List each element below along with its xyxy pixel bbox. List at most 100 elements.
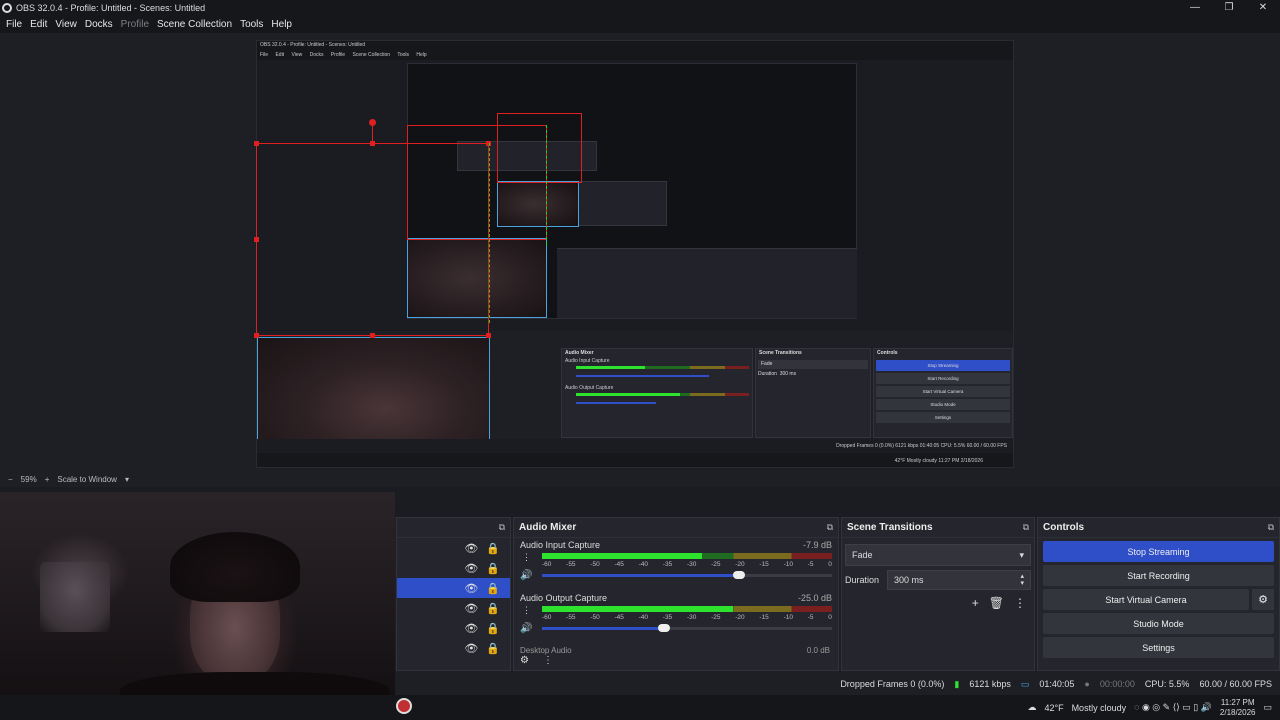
float-dock-icon[interactable]: ⧉ <box>827 522 833 533</box>
notification-icon[interactable]: ▭ <box>1263 702 1272 713</box>
settings-button[interactable]: Settings <box>1043 637 1274 658</box>
eye-icon[interactable]: 👁 <box>464 582 478 595</box>
duration-label: Duration <box>845 575 880 585</box>
slider-knob[interactable] <box>733 571 746 579</box>
eye-icon[interactable]: 👁 <box>464 642 478 655</box>
signal-bars-icon: ▮ <box>954 678 960 689</box>
kebab-menu-icon[interactable]: ⋮ <box>522 552 531 563</box>
transform-handle[interactable] <box>254 237 259 242</box>
lock-icon[interactable]: 🔒 <box>486 542 500 555</box>
float-dock-icon[interactable]: ⧉ <box>1023 522 1029 533</box>
sources-dock: ⧉ 👁 🔒 👁 🔒 👁 🔒 👁 🔒 👁 🔒 👁 🔒 <box>396 517 511 671</box>
center-guide <box>546 125 547 245</box>
kebab-menu-icon[interactable]: ⋮ <box>522 605 531 616</box>
eye-icon[interactable]: 👁 <box>464 602 478 615</box>
obs-taskbar-icon[interactable] <box>396 698 412 714</box>
center-guide <box>489 143 490 323</box>
zoom-level: 59% <box>20 474 37 484</box>
source-row[interactable]: 👁 🔒 <box>397 638 510 658</box>
stream-icon: ▭ <box>1020 678 1030 689</box>
menu-file[interactable]: File <box>6 19 22 30</box>
add-transition-icon[interactable]: + <box>972 596 979 610</box>
maximize-button[interactable]: ❐ <box>1212 0 1246 16</box>
lock-icon[interactable]: 🔒 <box>486 582 500 595</box>
close-button[interactable]: ✕ <box>1246 0 1280 16</box>
scale-mode-select[interactable]: Scale to Window <box>57 475 117 484</box>
advanced-audio-icon[interactable]: ⚙ <box>520 655 529 666</box>
track-name: Audio Input Capture <box>520 540 601 550</box>
volume-meter <box>542 553 832 559</box>
weather-icon[interactable]: ☁ <box>1027 702 1036 713</box>
menu-bar: File Edit View Docks Profile Scene Colle… <box>0 16 1280 33</box>
volume-slider[interactable] <box>542 624 832 632</box>
gear-icon[interactable]: ⚙ <box>1252 589 1274 610</box>
spin-arrows-icon[interactable]: ▴ ▾ <box>1020 573 1024 587</box>
nested-slider <box>576 375 709 377</box>
eye-icon[interactable]: 👁 <box>464 542 478 555</box>
start-virtual-camera-button[interactable]: Start Virtual Camera <box>1043 589 1249 610</box>
eye-icon[interactable]: 👁 <box>464 562 478 575</box>
meter-scale: -60 -55 -50 -45 -40 -35 -30 -25 -20 -15 -10 -5 0 <box>542 561 832 568</box>
start-recording-button[interactable]: Start Recording <box>1043 565 1274 586</box>
duration-spinbox[interactable]: 300 ms ▴ ▾ <box>887 570 1031 590</box>
zoom-out-icon[interactable]: − <box>8 475 13 484</box>
meter-level <box>542 553 702 559</box>
track-name: Audio Output Capture <box>520 593 608 603</box>
meter-scale: -60 -55 -50 -45 -40 -35 -30 -25 -20 -15 -10 -5 0 <box>542 614 832 621</box>
float-dock-icon[interactable]: ⧉ <box>499 522 505 533</box>
source-row-selected[interactable]: 👁 🔒 <box>397 578 510 598</box>
clock[interactable]: 11:27 PM 2/18/2026 <box>1220 698 1256 718</box>
zoom-in-icon[interactable]: + <box>45 475 50 484</box>
menu-edit[interactable]: Edit <box>30 19 47 30</box>
transform-handle[interactable] <box>254 141 259 146</box>
weather-text[interactable]: Mostly cloudy <box>1072 703 1127 713</box>
lock-icon[interactable]: 🔒 <box>486 622 500 635</box>
lock-icon[interactable]: 🔒 <box>486 602 500 615</box>
chevron-down-icon[interactable]: ▾ <box>125 475 129 484</box>
nested-mini-dock <box>557 248 857 318</box>
scene-transitions-title: Scene Transitions <box>847 522 933 533</box>
menu-scene-collection[interactable]: Scene Collection <box>157 19 232 30</box>
kebab-menu-icon[interactable]: ⋮ <box>1014 596 1026 610</box>
controls-dock: Controls ⧉ Stop Streaming Start Recordin… <box>1037 517 1280 671</box>
transition-select[interactable]: Fade ▾ <box>845 544 1031 566</box>
scene-transitions-dock: Scene Transitions ⧉ Fade ▾ Duration 300 … <box>841 517 1035 671</box>
trash-icon[interactable]: 🗑 <box>989 596 1004 610</box>
cpu-usage: CPU: 5.5% <box>1144 679 1190 689</box>
lock-icon[interactable]: 🔒 <box>486 562 500 575</box>
speaker-icon[interactable]: 🔊 <box>520 623 532 634</box>
lock-icon[interactable]: 🔒 <box>486 642 500 655</box>
kebab-menu-icon[interactable]: ⋮ <box>543 655 553 666</box>
weather-temp[interactable]: 42°F <box>1044 703 1063 713</box>
menu-view[interactable]: View <box>55 19 77 30</box>
transform-handle[interactable] <box>486 333 491 338</box>
source-row[interactable]: 👁 🔒 <box>397 618 510 638</box>
menu-docks[interactable]: Docks <box>85 19 113 30</box>
rotation-line <box>372 125 373 143</box>
source-row[interactable]: 👁 🔒 <box>397 598 510 618</box>
transform-handle[interactable] <box>370 333 375 338</box>
float-dock-icon[interactable]: ⧉ <box>1268 522 1274 533</box>
speaker-icon[interactable]: 🔊 <box>520 570 532 581</box>
audio-mixer-dock: Audio Mixer ⧉ Audio Input Capture -7.9 d… <box>513 517 839 671</box>
audio-mixer-title: Audio Mixer <box>519 522 577 533</box>
eye-icon[interactable]: 👁 <box>464 622 478 635</box>
menu-help[interactable]: Help <box>271 19 292 30</box>
webcam-hair <box>170 532 300 602</box>
volume-meter <box>542 606 832 612</box>
transform-handle[interactable] <box>254 333 259 338</box>
tray-icons[interactable]: ◌ ◉ ◎ ✎ ⟨⟩ ▭ ▯ 🔊 <box>1134 702 1212 713</box>
menu-profile[interactable]: Profile <box>121 19 149 30</box>
source-row[interactable]: 👁 🔒 <box>397 538 510 558</box>
source-row[interactable]: 👁 🔒 <box>397 558 510 578</box>
slider-knob[interactable] <box>657 624 670 632</box>
nested-meter <box>576 393 749 396</box>
minimize-button[interactable]: — <box>1178 0 1212 16</box>
studio-mode-button[interactable]: Studio Mode <box>1043 613 1274 634</box>
jersey-decoration <box>40 562 110 632</box>
selection-box[interactable] <box>497 113 582 183</box>
stop-streaming-button[interactable]: Stop Streaming <box>1043 541 1274 562</box>
nested-taskbar: 42°F Mostly cloudy 11:27 PM 2/18/2026 <box>257 453 1013 467</box>
menu-tools[interactable]: Tools <box>240 19 263 30</box>
volume-slider[interactable] <box>542 571 832 579</box>
